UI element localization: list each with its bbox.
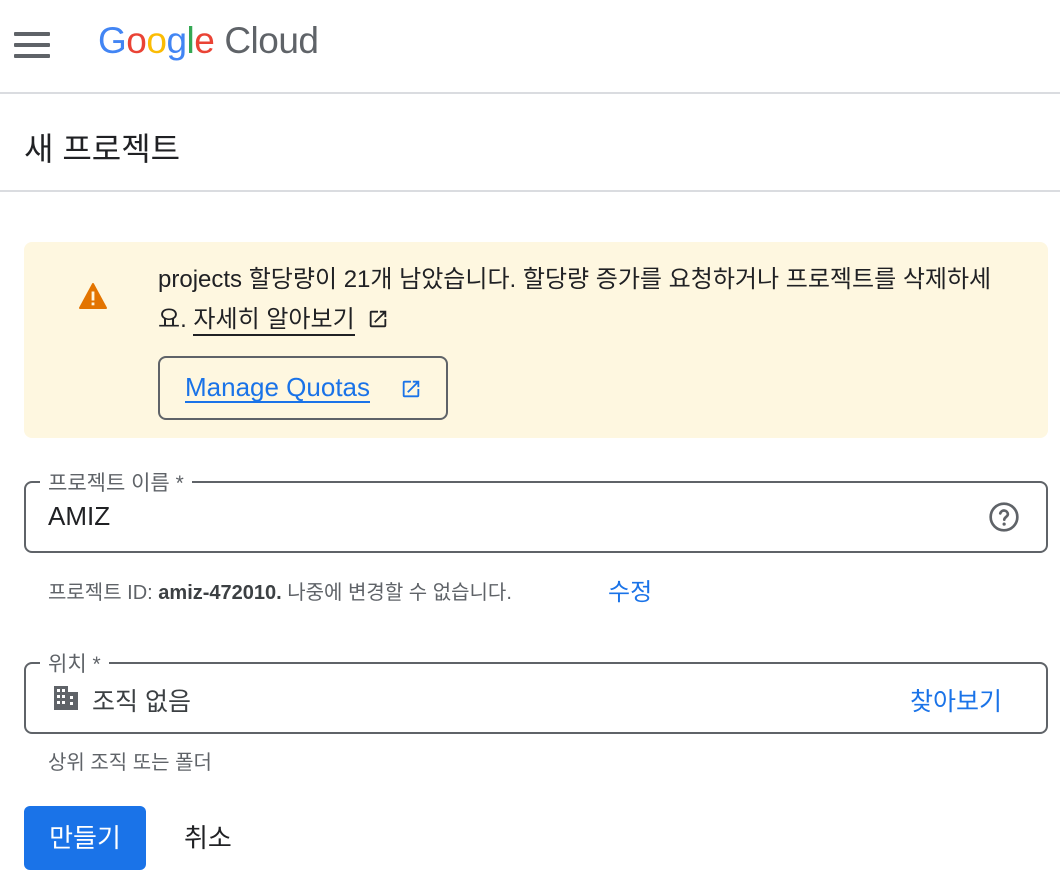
brand-letter: G	[98, 20, 127, 61]
learn-more-link[interactable]: 자세히 알아보기	[193, 306, 355, 336]
location-value: 조직 없음	[92, 688, 191, 716]
building-icon	[54, 686, 78, 710]
project-id-hint: 프로젝트 ID: amiz-472010. 나중에 변경할 수 없습니다.	[48, 576, 512, 605]
project-id-prefix: 프로젝트 ID:	[48, 582, 159, 604]
location-label: 위치 *	[40, 648, 109, 678]
project-name-input[interactable]: AMIZ	[48, 501, 110, 532]
location-field[interactable]: 위치 * 조직 없음 찾아보기	[24, 648, 1048, 734]
manage-quotas-button[interactable]: Manage Quotas	[158, 356, 448, 420]
banner-message: projects 할당량이 21개 남았습니다. 할당량 증가를 요청하거나 프…	[158, 260, 1018, 340]
project-id-suffix: 나중에 변경할 수 없습니다.	[281, 582, 512, 604]
brand-letter: o	[126, 20, 147, 61]
hamburger-menu-icon[interactable]	[14, 32, 50, 58]
browse-button[interactable]: 찾아보기	[910, 682, 1002, 718]
external-link-icon	[402, 380, 420, 398]
title-bar: 새 프로젝트	[0, 94, 1060, 192]
manage-quotas-label: Manage Quotas	[185, 372, 371, 403]
brand-letter: e	[194, 20, 215, 61]
brand-letter: g	[166, 20, 187, 61]
google-cloud-logo[interactable]: Google Cloud	[98, 20, 319, 62]
cancel-button[interactable]: 취소	[184, 818, 232, 855]
brand-product: Cloud	[224, 20, 319, 61]
location-hint: 상위 조직 또는 폴더	[48, 752, 212, 774]
quota-warning-banner: projects 할당량이 21개 남았습니다. 할당량 증가를 요청하거나 프…	[24, 242, 1048, 438]
edit-project-id-link[interactable]: 수정	[608, 572, 652, 607]
project-name-label: 프로젝트 이름 *	[40, 467, 192, 497]
project-id-value: amiz-472010.	[158, 582, 282, 604]
brand-letter: o	[146, 20, 167, 61]
warning-icon	[79, 283, 107, 309]
project-name-field[interactable]: 프로젝트 이름 * AMIZ	[24, 467, 1048, 553]
top-bar: Google Cloud	[0, 0, 1060, 94]
create-button[interactable]: 만들기	[24, 806, 146, 870]
page-title: 새 프로젝트	[24, 131, 181, 167]
external-link-icon	[370, 310, 387, 328]
help-icon[interactable]	[988, 501, 1020, 533]
